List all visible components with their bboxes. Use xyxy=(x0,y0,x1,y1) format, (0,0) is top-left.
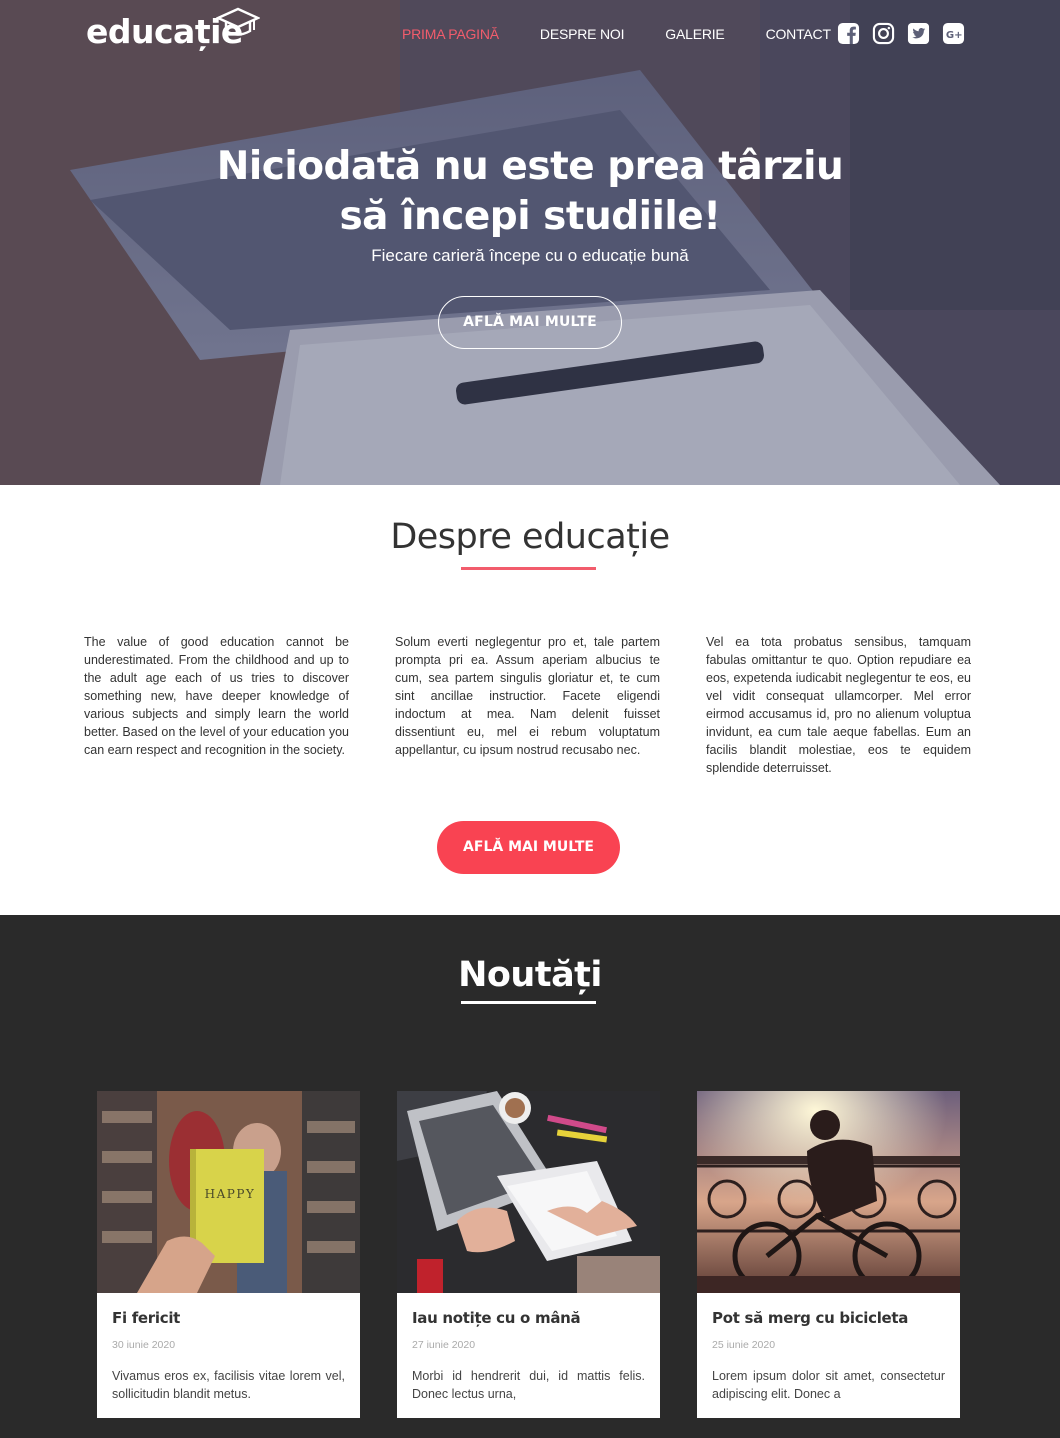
news-card-image-bicycle xyxy=(697,1091,960,1293)
news-card-title[interactable]: Fi fericit xyxy=(112,1309,345,1327)
nav-item-home[interactable]: PRIMA PAGINĂ xyxy=(402,26,499,42)
google-plus-icon[interactable]: G+ xyxy=(942,22,965,45)
about-column-3: Vel ea tota probatus sensibus, tamquam f… xyxy=(706,635,971,775)
instagram-icon[interactable] xyxy=(872,22,895,45)
news-card-excerpt: Morbi id hendrerit dui, id mattis felis.… xyxy=(412,1369,645,1401)
book-cover-text: HAPPY xyxy=(205,1187,256,1201)
about-column-1: The value of good education cannot be un… xyxy=(84,635,349,757)
news-card-title[interactable]: Pot să merg cu bicicleta xyxy=(712,1309,945,1327)
nav-item-contact[interactable]: CONTACT xyxy=(766,26,831,42)
news-card-image-notes xyxy=(397,1091,660,1293)
news-card-excerpt: Lorem ipsum dolor sit amet, consectetur … xyxy=(712,1369,945,1401)
hero-content: Niciodată nu este prea târziu să începi … xyxy=(0,142,1060,349)
hero-section: educație PRIMA PAGINĂ DESPRE NOI GALERIE… xyxy=(0,0,1060,485)
news-card-image-book: HAPPY xyxy=(97,1091,360,1293)
news-card-excerpt: Vivamus eros ex, facilisis vitae lorem v… xyxy=(112,1369,345,1401)
about-section: Despre educație The value of good educat… xyxy=(0,485,1060,915)
svg-text:G+: G+ xyxy=(946,30,963,41)
about-columns: The value of good education cannot be un… xyxy=(84,633,971,777)
hero-learn-more-button[interactable]: AFLĂ MAI MULTE xyxy=(438,296,622,349)
news-card[interactable]: Pot să merg cu bicicleta 25 iunie 2020 L… xyxy=(697,1091,960,1418)
about-learn-more-button[interactable]: AFLĂ MAI MULTE xyxy=(437,821,620,874)
about-title: Despre educație xyxy=(390,517,670,557)
news-card-date: 25 iunie 2020 xyxy=(712,1339,776,1351)
news-card-date: 30 iunie 2020 xyxy=(112,1339,176,1351)
main-menu: PRIMA PAGINĂ DESPRE NOI GALERIE CONTACT xyxy=(402,26,872,42)
about-title-underline xyxy=(461,567,596,570)
news-card[interactable]: Iau notițe cu o mână 27 iunie 2020 Morbi… xyxy=(397,1091,660,1418)
news-card-date: 27 iunie 2020 xyxy=(412,1339,476,1351)
top-navbar: educație PRIMA PAGINĂ DESPRE NOI GALERIE… xyxy=(0,0,1060,70)
news-card[interactable]: HAPPY Fi fericit 30 iunie 2020 Vivamus e… xyxy=(97,1091,360,1418)
about-column-2: Solum everti neglegentur pro et, tale pa… xyxy=(395,635,660,757)
facebook-icon[interactable] xyxy=(837,22,860,45)
news-cards: HAPPY Fi fericit 30 iunie 2020 Vivamus e… xyxy=(97,1091,960,1418)
hero-subtitle: Fiecare carieră începe cu o educație bun… xyxy=(371,246,689,265)
news-title-underline xyxy=(461,1001,596,1004)
nav-item-gallery[interactable]: GALERIE xyxy=(665,26,724,42)
nav-item-about[interactable]: DESPRE NOI xyxy=(540,26,625,42)
news-section: Noutăți HAPPY Fi fericit 30 iunie 2020 V… xyxy=(0,915,1060,1438)
social-links: G+ xyxy=(837,22,965,45)
twitter-icon[interactable] xyxy=(907,22,930,45)
hero-title: Niciodată nu este prea târziu să începi … xyxy=(216,144,844,239)
graduation-cap-icon xyxy=(216,7,260,36)
news-title: Noutăți xyxy=(458,955,602,995)
news-card-title[interactable]: Iau notițe cu o mână xyxy=(412,1309,645,1327)
